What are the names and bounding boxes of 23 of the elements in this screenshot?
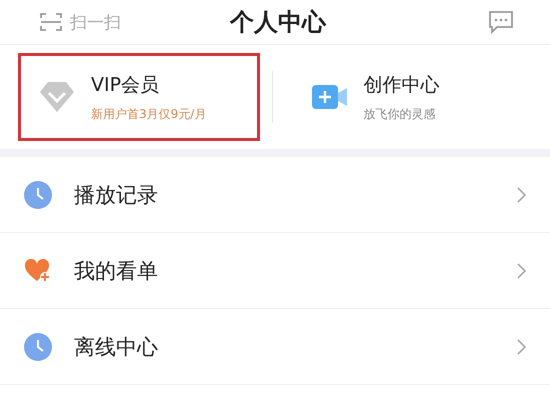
feature-card[interactable]: 创作中心 放飞你的灵感 [290, 53, 532, 141]
chevron-right-icon [517, 186, 526, 202]
menu-label: 离线中心 [74, 334, 158, 360]
page-title: 个人中心 [230, 7, 328, 38]
menu-item[interactable]: 离线中心 [0, 309, 550, 385]
menu-item[interactable]: 我的看单 [0, 233, 550, 309]
card-subtitle: 放飞你的灵感 [364, 106, 436, 122]
feature-card[interactable]: VIP会员 新用户首3月仅9元/月 [18, 53, 260, 141]
heart-plus-icon [24, 258, 52, 282]
clock-icon [24, 332, 52, 360]
card-subtitle: 新用户首3月仅9元/月 [91, 106, 206, 122]
menu-label: 播放记录 [74, 182, 158, 208]
card-title: 创作中心 [364, 72, 440, 98]
scan-icon[interactable] [40, 12, 62, 32]
chevron-right-icon [517, 262, 526, 278]
menu-item[interactable]: 播放记录 [0, 157, 550, 233]
diamond-icon [39, 81, 75, 113]
menu-label: 我的看单 [74, 258, 158, 284]
card-title: VIP会员 [91, 72, 160, 98]
video-camera-icon [312, 83, 348, 111]
message-icon[interactable] [488, 10, 514, 34]
clock-icon [24, 180, 52, 208]
chevron-right-icon [517, 338, 526, 354]
